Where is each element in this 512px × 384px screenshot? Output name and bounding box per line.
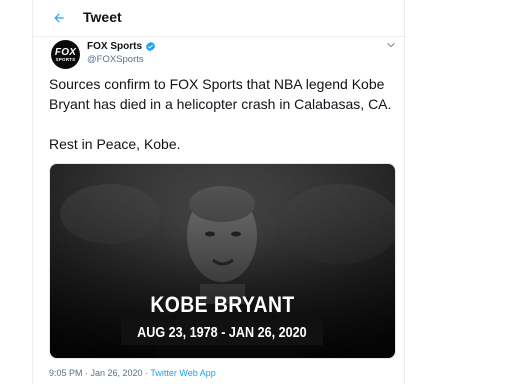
author-handle[interactable]: @FOXSports [87,54,144,65]
avatar[interactable]: FOX SPORTS [51,40,80,69]
tweet-metadata: 9:05 PM · Jan 26, 2020 · Twitter Web App [49,368,216,378]
media-caption-name: KOBE BRYANT [150,292,295,317]
chevron-down-icon[interactable] [386,40,396,50]
tweet-text: Sources confirm to FOX Sports that NBA l… [49,74,399,154]
author-display-name[interactable]: FOX Sports [87,41,142,52]
page-title: Tweet [83,9,122,25]
tweet-text-paragraph: Rest in Peace, Kobe. [49,136,181,152]
tweet-text-paragraph: Sources confirm to FOX Sports that NBA l… [49,76,392,112]
media-caption-dates: AUG 23, 1978 - JAN 26, 2020 [137,323,307,341]
avatar-logo-text: FOX [54,46,77,58]
tweet-media-image[interactable]: KOBE BRYANT AUG 23, 1978 - JAN 26, 2020 [49,163,396,359]
verified-badge-icon [146,41,155,52]
page-header: Tweet [33,0,404,37]
tweet-timestamp[interactable]: 9:05 PM · Jan 26, 2020 [49,368,143,378]
tweet-column: Tweet FOX SPORTS FOX Sports @FOXSports S… [32,0,405,384]
author-name-row: FOX Sports [87,41,156,52]
back-button[interactable] [49,8,69,28]
tweet-source-app[interactable]: Twitter Web App [150,368,215,378]
avatar-logo-subtext: SPORTS [55,56,76,62]
media-caption-dates-banner: AUG 23, 1978 - JAN 26, 2020 [121,319,323,345]
back-arrow-icon [54,13,64,23]
